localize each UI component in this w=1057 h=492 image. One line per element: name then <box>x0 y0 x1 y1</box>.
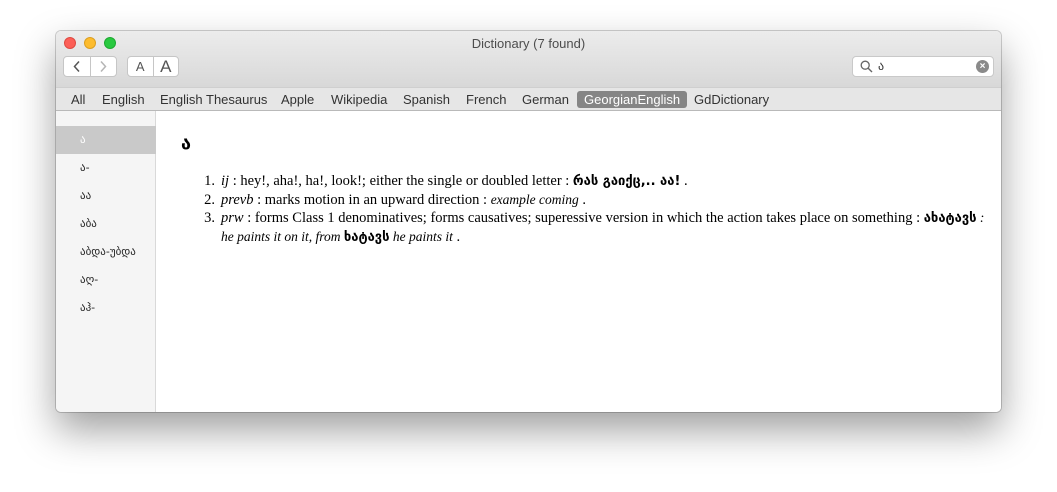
tab-gddictionary[interactable]: GdDictionary <box>687 91 776 108</box>
tab-french[interactable]: French <box>459 91 513 108</box>
tab-georgianenglish[interactable]: GeorgianEnglish <box>577 91 688 108</box>
tab-english[interactable]: English <box>95 91 152 108</box>
clear-icon[interactable]: × <box>976 60 989 73</box>
definition-tail: . <box>680 173 688 189</box>
definition-text: : hey!, aha!, ha!, look!; either the sin… <box>229 173 573 189</box>
titlebar: Dictionary (7 found) A A ა × <box>56 31 1001 87</box>
definition-tail: . <box>578 192 587 208</box>
sidebar-item[interactable]: აა <box>56 182 156 210</box>
example-text: he paints it <box>389 229 453 244</box>
font-larger-button[interactable]: A <box>152 57 179 76</box>
definition-number: 3. <box>204 210 215 226</box>
example-text: example coming <box>490 192 579 207</box>
definition-text: : marks motion in an upward direction : <box>253 192 491 208</box>
georgian-example: ახატავს <box>923 211 977 226</box>
definition-text: : forms Class 1 denominatives; forms cau… <box>243 210 924 226</box>
tab-apple[interactable]: Apple <box>274 91 321 108</box>
dictionary-window: Dictionary (7 found) A A ა × All English… <box>56 31 1001 412</box>
definition-number: 2. <box>204 192 215 208</box>
part-of-speech: prevb <box>221 192 254 208</box>
tab-wikipedia[interactable]: Wikipedia <box>324 91 394 108</box>
georgian-example: რას გაიქც,.. აა! <box>572 174 681 189</box>
tab-german[interactable]: German <box>515 91 576 108</box>
search-input[interactable]: ა <box>878 59 884 73</box>
dictionary-tabs: All English English Thesaurus Apple Wiki… <box>56 87 1001 111</box>
sidebar-item[interactable]: აჰ- <box>56 294 156 322</box>
sidebar-item[interactable]: ა- <box>56 154 156 182</box>
tab-all[interactable]: All <box>64 91 92 108</box>
definition-item: 3. prw : forms Class 1 denominatives; for… <box>197 209 987 247</box>
search-field[interactable]: ა × <box>852 56 994 77</box>
tab-english-thesaurus[interactable]: English Thesaurus <box>153 91 274 108</box>
chevron-left-icon <box>73 60 80 73</box>
sidebar-item[interactable]: აღ- <box>56 266 156 294</box>
history-navigation <box>63 56 117 77</box>
part-of-speech: prw <box>221 210 244 226</box>
georgian-example: ხატავს <box>343 230 390 245</box>
entry-content: ა 1. ij : hey!, aha!, ha!, look!; either … <box>157 111 1001 412</box>
part-of-speech: ij <box>221 173 230 189</box>
definition-tail: . <box>452 229 461 245</box>
chevron-right-icon <box>100 60 107 73</box>
sidebar-item[interactable]: აბა <box>56 210 156 238</box>
search-icon <box>860 60 873 73</box>
sidebar-item[interactable]: აბდა-უბდა <box>56 238 156 266</box>
forward-button[interactable] <box>89 57 117 76</box>
definition-number: 1. <box>204 173 215 189</box>
window-title: Dictionary (7 found) <box>471 36 586 51</box>
tab-spanish[interactable]: Spanish <box>396 91 457 108</box>
font-size-controls: A A <box>127 56 179 77</box>
headword: ა <box>181 133 191 154</box>
font-smaller-button[interactable]: A <box>128 57 153 76</box>
sidebar-item[interactable]: ა <box>56 126 156 154</box>
back-button[interactable] <box>64 57 90 76</box>
definition-list: 1. ij : hey!, aha!, ha!, look!; either th… <box>197 172 987 247</box>
definition-item: 2. prevb : marks motion in an upward dire… <box>197 191 987 209</box>
results-sidebar: ა ა- აა აბა აბდა-უბდა აღ- აჰ- <box>56 111 156 412</box>
definition-item: 1. ij : hey!, aha!, ha!, look!; either th… <box>197 172 987 191</box>
